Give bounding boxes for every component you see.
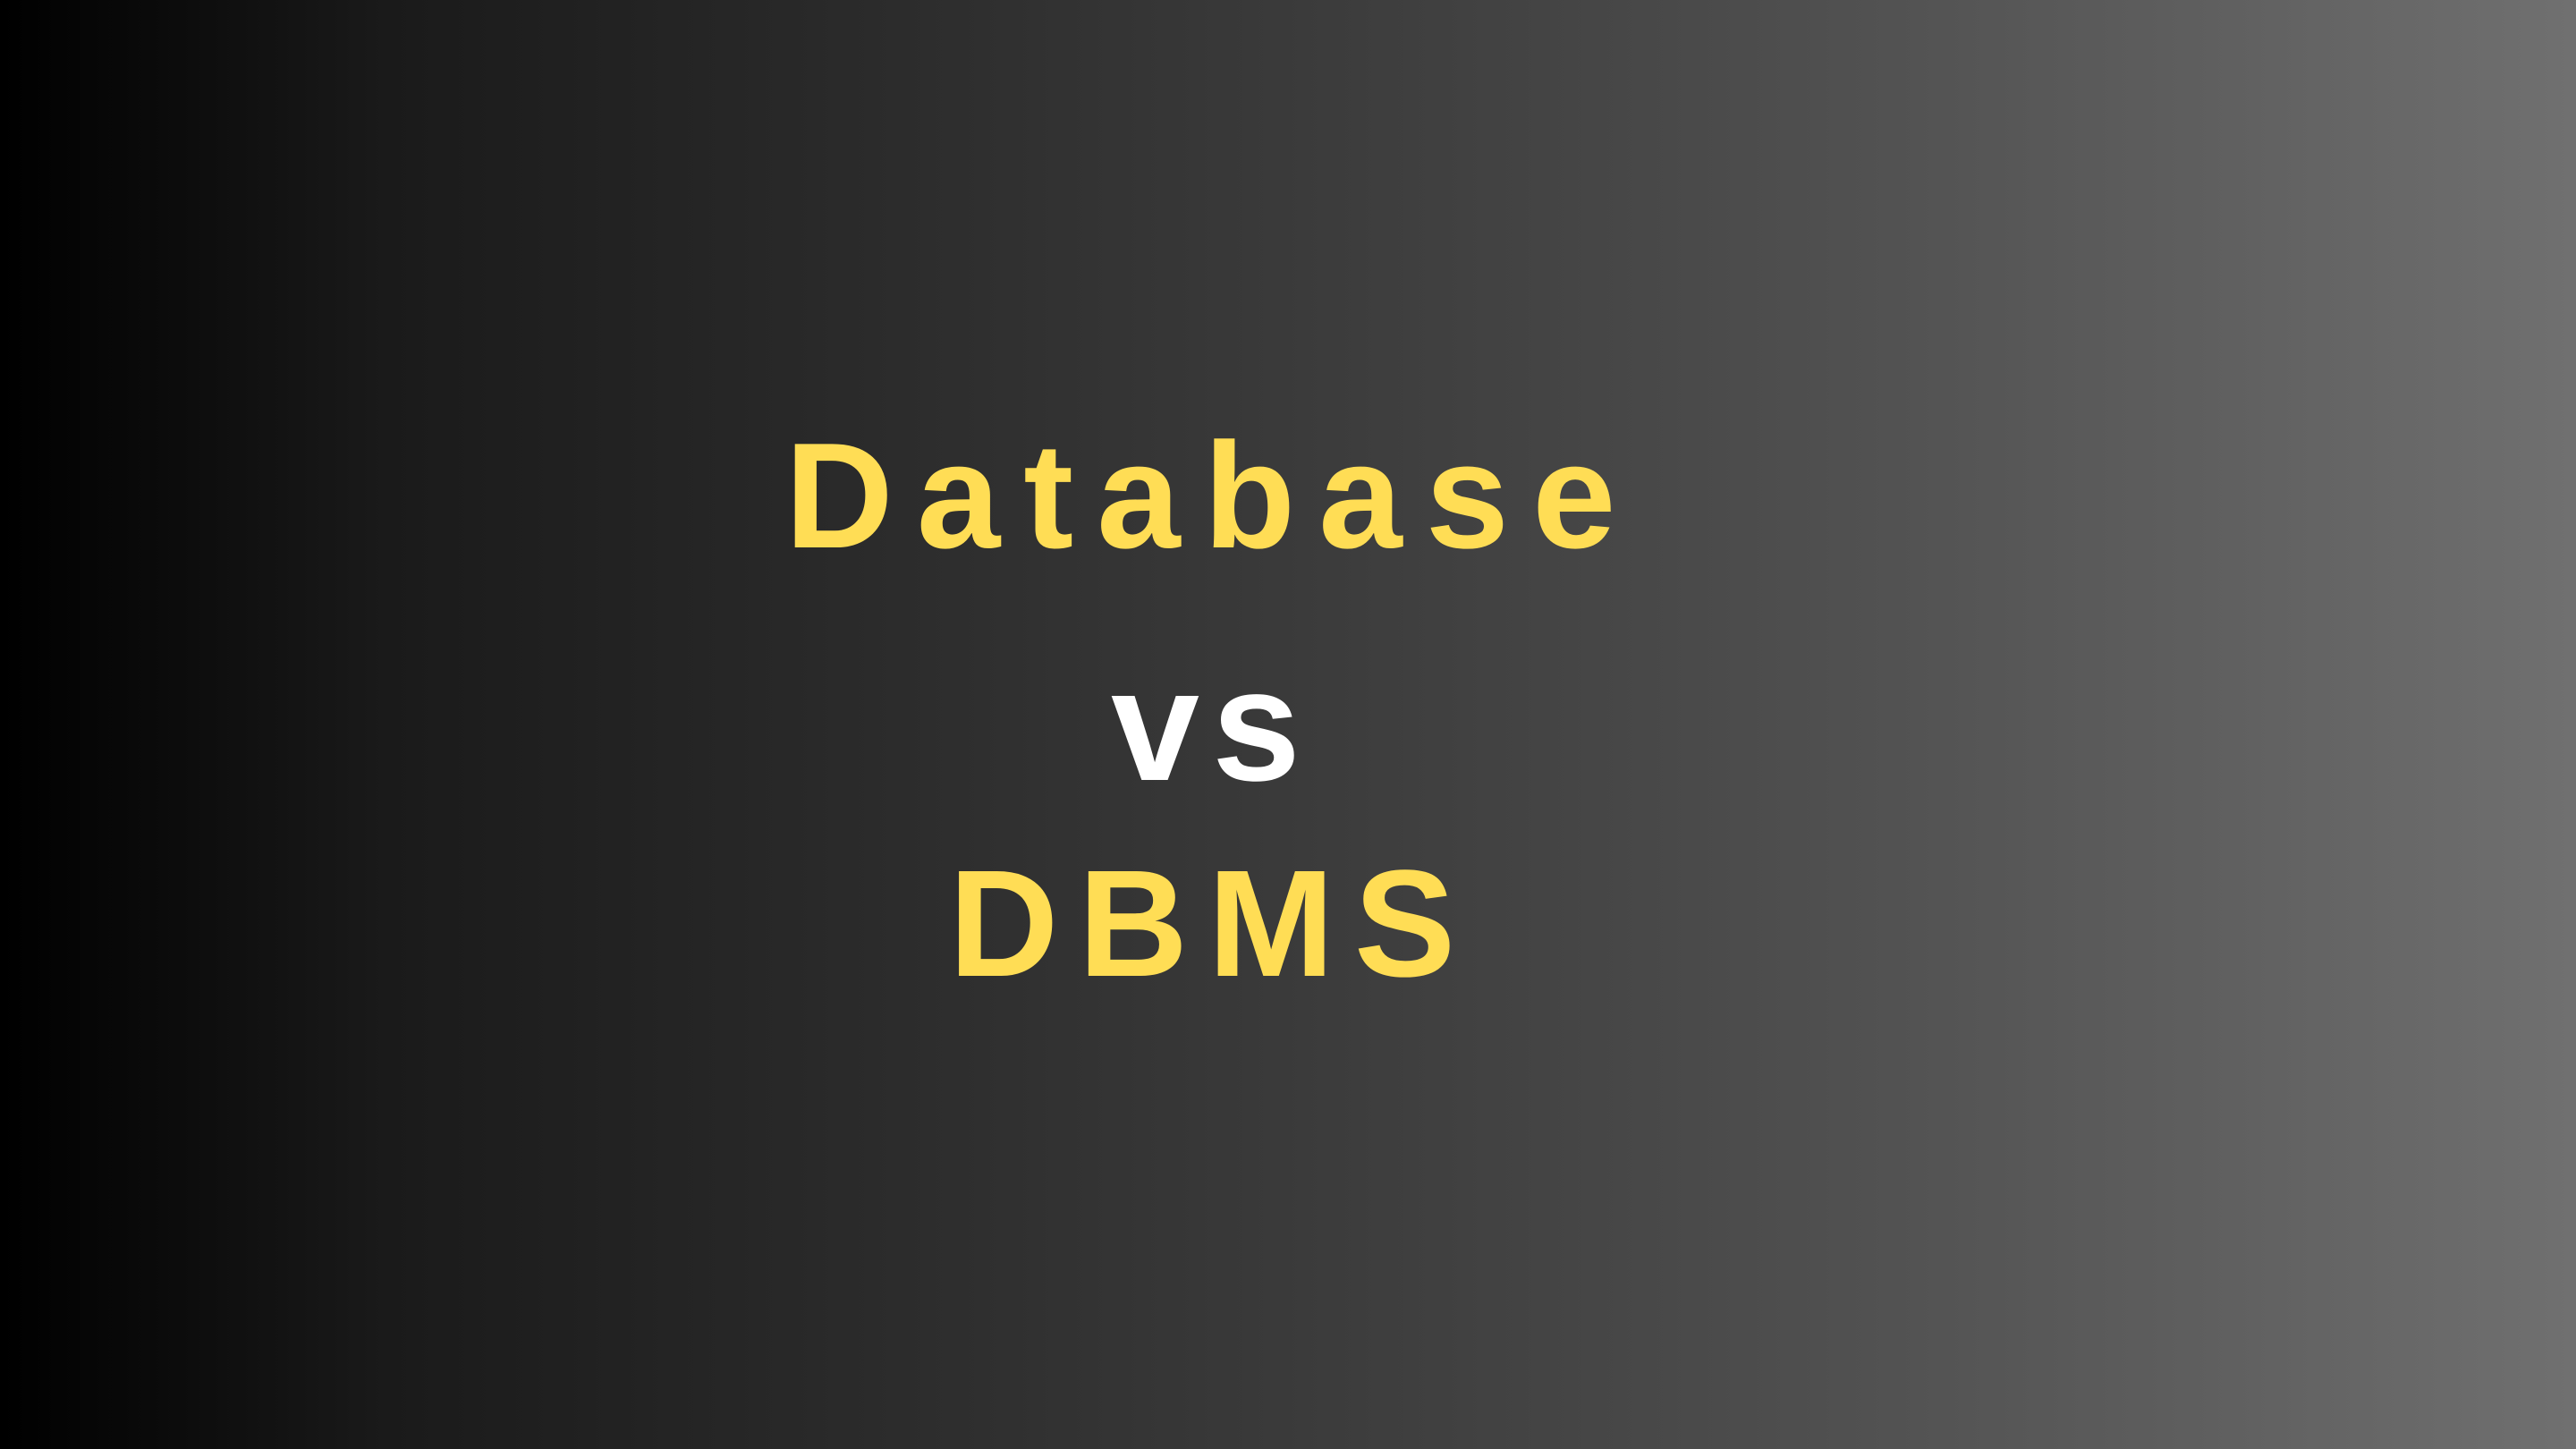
title-dbms: DBMS (948, 839, 1476, 1009)
title-vs: vs (1111, 636, 1313, 814)
title-database: Database (784, 411, 1640, 580)
